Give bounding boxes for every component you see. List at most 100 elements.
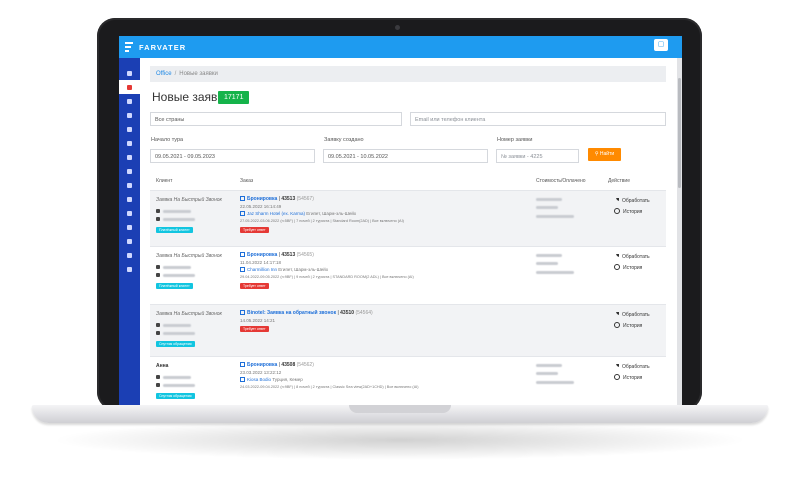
- clipboard-icon: [127, 140, 132, 146]
- hotel-place: Египет, Шарм-эль-Шейх: [278, 267, 329, 272]
- brand-logo[interactable]: FARVATER: [125, 41, 186, 53]
- sidebar-item-home[interactable]: [119, 66, 140, 80]
- history-label: История: [623, 375, 643, 381]
- client-phone-blurred: [163, 210, 191, 213]
- order-type: Бронировка: [247, 196, 278, 202]
- trip-details: 27.05.2022-03.06.2022 (n:5BF) | 7 ночей …: [240, 219, 404, 223]
- edit-icon: [240, 310, 245, 315]
- hotel-place: Турция, Кемер: [272, 377, 303, 382]
- history-button[interactable]: История: [614, 322, 642, 329]
- client-phone-blurred: [163, 266, 191, 269]
- table-row[interactable]: Заявка На Быстрый Звонок Спутник обращен…: [150, 304, 666, 356]
- history-label: История: [623, 265, 643, 271]
- sidebar-item-calendar[interactable]: [119, 150, 140, 164]
- laptop-shadow: [50, 420, 750, 460]
- sidebar-item-documents[interactable]: [119, 94, 140, 108]
- order-type: Бронировка: [247, 362, 278, 368]
- sidebar-item-hotels[interactable]: [119, 206, 140, 220]
- phone-icon: [156, 323, 160, 327]
- hotel-line[interactable]: Charmillion Inn Египет, Шарм-эль-Шейх: [240, 267, 328, 272]
- mail-icon: [156, 331, 160, 335]
- sidebar-item-mail[interactable]: [119, 178, 140, 192]
- history-button[interactable]: История: [614, 208, 642, 215]
- history-button[interactable]: История: [614, 374, 642, 381]
- order-number: 43513: [281, 252, 296, 258]
- hotel-name: Jaz Sharm Hotel (ex. Karma): [247, 211, 306, 216]
- app-screen: FARVATER ▢ Office / Новые заявки Новые зая…: [119, 36, 682, 406]
- created-range[interactable]: 09.05.2021 - 10.05.2022: [323, 149, 488, 163]
- process-label: Обработать: [622, 254, 650, 260]
- cost-blurred: [536, 364, 562, 367]
- settings-icon: [127, 224, 132, 230]
- order-title[interactable]: Бронировка | 43513 (54567): [240, 196, 314, 202]
- cost-note-blurred: [536, 381, 574, 384]
- trip-details: 29.04.2022-09.05.2022 (n:9BF) | 9 ночей …: [240, 275, 414, 279]
- sidebar-item-orders[interactable]: [119, 80, 140, 94]
- breadcrumb-current: Новые заявки: [179, 71, 218, 77]
- edit-icon: [240, 362, 245, 367]
- sidebar-item-logout[interactable]: [119, 262, 140, 276]
- order-title[interactable]: Binotel: Заявка на обратный звонок | 435…: [240, 310, 373, 316]
- order-number: 43513: [281, 196, 296, 202]
- process-button[interactable]: Обработать: [614, 312, 650, 318]
- client-phone-blurred: [163, 376, 191, 379]
- hotel-name: Kiosa Bodio: [247, 377, 272, 382]
- tour-start-label: Начало тура: [151, 137, 184, 143]
- sidebar-item-info[interactable]: [119, 164, 140, 178]
- topbar: FARVATER ▢: [119, 36, 682, 58]
- history-button[interactable]: История: [614, 264, 642, 271]
- order-date: 23.03.2022 13:22:12: [240, 370, 282, 375]
- camera-dot: [395, 25, 400, 30]
- edit-icon: [240, 211, 245, 216]
- table-row[interactable]: Анна Спутник обращения Бронировка | 4350…: [150, 356, 666, 406]
- order-title[interactable]: Бронировка | 43513 (54565): [240, 252, 314, 258]
- help-icon: [127, 238, 132, 244]
- trip-details: 24.03.2022-09.04.2022 (n:9BF) | 8 ночей …: [240, 385, 419, 389]
- sidebar-item-clipboard[interactable]: [119, 136, 140, 150]
- user-icon: ▢: [657, 41, 665, 48]
- order-title[interactable]: Бронировка | 43508 (54562): [240, 362, 314, 368]
- process-button[interactable]: Обработать: [614, 198, 650, 204]
- sidebar-item-payments[interactable]: [119, 192, 140, 206]
- sidebar-item-settings[interactable]: [119, 220, 140, 234]
- hotel-line[interactable]: Jaz Sharm Hotel (ex. Karma) Египет, Шарм…: [240, 211, 356, 216]
- client-name: Заявка На Быстрый Звонок: [156, 197, 222, 203]
- process-label: Обработать: [622, 364, 650, 370]
- tour-start-range[interactable]: 09.05.2021 - 09.05.2023: [150, 149, 315, 163]
- country-select[interactable]: Все страны: [150, 112, 402, 126]
- phone-icon: [156, 209, 160, 213]
- page-scrollbar[interactable]: [677, 58, 682, 406]
- sidebar-item-reports[interactable]: [119, 248, 140, 262]
- mail-icon: [156, 273, 160, 277]
- laptop-base: [32, 405, 768, 423]
- order-type: Binotel: Заявка на обратный звонок: [247, 310, 337, 316]
- table-row[interactable]: Заявка На Быстрый Звонок Платёжный клиен…: [150, 190, 666, 246]
- breadcrumb-home-link[interactable]: Office: [156, 71, 172, 77]
- user-menu-button[interactable]: ▢: [654, 39, 668, 51]
- cost-note-blurred: [536, 271, 574, 274]
- client-contact-input[interactable]: Email или телефон клиента: [410, 112, 666, 126]
- client-email-blurred: [163, 332, 195, 335]
- search-button[interactable]: ⚲ Найти: [588, 148, 621, 161]
- order-number-label: Номер заявки: [497, 137, 533, 143]
- order-ref: (54564): [355, 310, 373, 316]
- mail-icon: [156, 217, 160, 221]
- edit-icon: [240, 196, 245, 201]
- cost-note-blurred: [536, 215, 574, 218]
- table-row[interactable]: Заявка На Быстрый Звонок Платёжный клиен…: [150, 246, 666, 304]
- wrench-icon: [614, 312, 619, 317]
- hotel-line[interactable]: Kiosa Bodio Турция, Кемер: [240, 377, 303, 382]
- process-button[interactable]: Обработать: [614, 364, 650, 370]
- logo-icon: [125, 41, 135, 53]
- history-icon: [614, 322, 620, 328]
- sidebar-item-transport[interactable]: [119, 122, 140, 136]
- client-email-blurred: [163, 274, 195, 277]
- sidebar-item-help[interactable]: [119, 234, 140, 248]
- scrollbar-thumb[interactable]: [678, 78, 681, 188]
- process-button[interactable]: Обработать: [614, 254, 650, 260]
- mail-icon: [156, 383, 160, 387]
- bus-icon: [127, 126, 132, 132]
- order-number-input[interactable]: № заявки - 4225: [496, 149, 579, 163]
- sidebar-item-refresh[interactable]: [119, 108, 140, 122]
- column-order: Заказ: [240, 178, 254, 184]
